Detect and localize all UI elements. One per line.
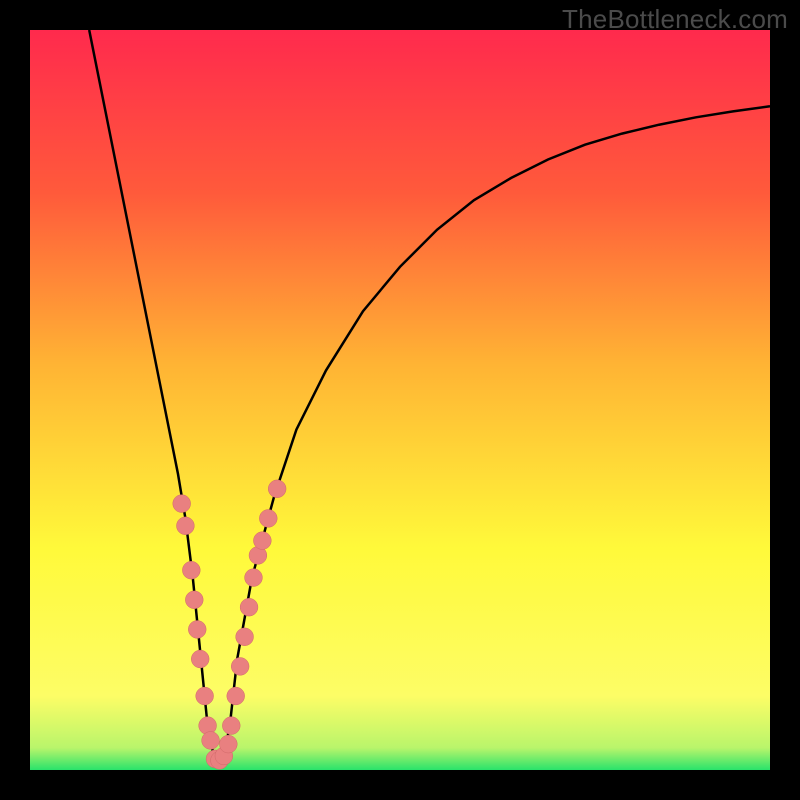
data-marker [253,532,271,550]
data-marker [231,658,249,676]
chart-frame: TheBottleneck.com [0,0,800,800]
data-marker [185,591,203,609]
bottleneck-curve-path [89,30,770,763]
data-marker [268,480,286,498]
data-marker [227,687,245,705]
data-marker [173,495,191,513]
data-marker [259,510,277,528]
data-marker [236,628,254,646]
data-marker [222,717,240,735]
watermark-text: TheBottleneck.com [562,4,788,35]
data-marker [219,735,237,753]
chart-svg [30,30,770,770]
data-marker [196,687,214,705]
plot-area [30,30,770,770]
data-marker [191,650,209,668]
marker-group [173,480,286,769]
data-marker [240,598,258,616]
data-marker [202,732,220,750]
data-marker [245,569,263,587]
data-marker [182,561,200,579]
data-marker [177,517,195,535]
data-marker [188,621,206,639]
